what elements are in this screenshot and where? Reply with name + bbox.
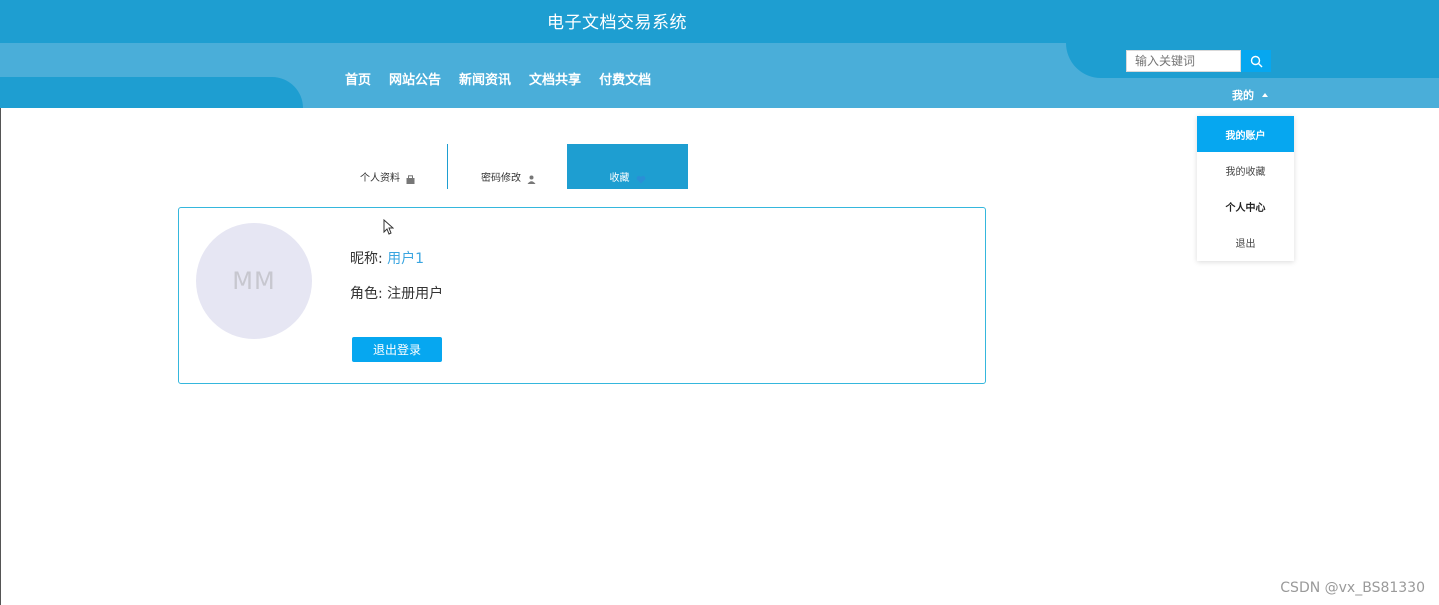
tab-profile[interactable]: 个人资料 — [327, 144, 448, 189]
nickname-field: 昵称: 用户1 — [350, 248, 424, 268]
tab-password[interactable]: 密码修改 — [448, 144, 569, 189]
role-field: 角色: 注册用户 — [350, 283, 443, 303]
mouse-cursor-icon — [383, 219, 394, 235]
nav-item-announcements[interactable]: 网站公告 — [389, 69, 441, 88]
user-dropdown-menu: 我的账户 我的收藏 个人中心 退出 — [1197, 116, 1294, 261]
nav-item-home[interactable]: 首页 — [345, 69, 371, 88]
tab-password-label: 密码修改 — [481, 173, 521, 184]
menu-item-my-account[interactable]: 我的账户 — [1197, 116, 1294, 152]
nav-item-news[interactable]: 新闻资讯 — [459, 69, 511, 88]
tab-profile-label: 个人资料 — [360, 173, 400, 184]
header-decor-left — [0, 77, 303, 108]
watermark: CSDN @vx_BS81330 — [1280, 580, 1425, 596]
user-menu-toggle[interactable]: 我的 — [1232, 87, 1268, 103]
nav-item-paid-docs[interactable]: 付费文档 — [599, 69, 651, 88]
logout-button[interactable]: 退出登录 — [352, 337, 442, 362]
nickname-label: 昵称: — [350, 251, 383, 267]
nav-item-doc-share[interactable]: 文档共享 — [529, 69, 581, 88]
search-icon — [1250, 55, 1262, 67]
tab-favorites-label: 收藏 — [609, 173, 630, 184]
menu-item-logout[interactable]: 退出 — [1197, 224, 1294, 260]
bag-icon — [406, 175, 415, 184]
user-icon — [527, 175, 536, 184]
nickname-value: 用户1 — [387, 251, 425, 267]
header-top — [0, 0, 1439, 44]
heart-icon — [636, 175, 645, 184]
site-title: 电子文档交易系统 — [547, 13, 687, 33]
caret-up-icon — [1262, 93, 1268, 97]
main-nav: 首页 网站公告 新闻资讯 文档共享 付费文档 — [345, 69, 651, 88]
role-value: 注册用户 — [387, 286, 444, 302]
tab-favorites[interactable]: 收藏 — [567, 144, 688, 189]
search-button[interactable] — [1241, 50, 1271, 72]
menu-item-personal-center[interactable]: 个人中心 — [1197, 188, 1294, 224]
search-input[interactable] — [1126, 50, 1241, 72]
avatar: MM — [196, 223, 312, 339]
user-menu-label: 我的 — [1232, 89, 1254, 102]
menu-item-my-favorites[interactable]: 我的收藏 — [1197, 152, 1294, 188]
role-label: 角色: — [350, 286, 383, 302]
